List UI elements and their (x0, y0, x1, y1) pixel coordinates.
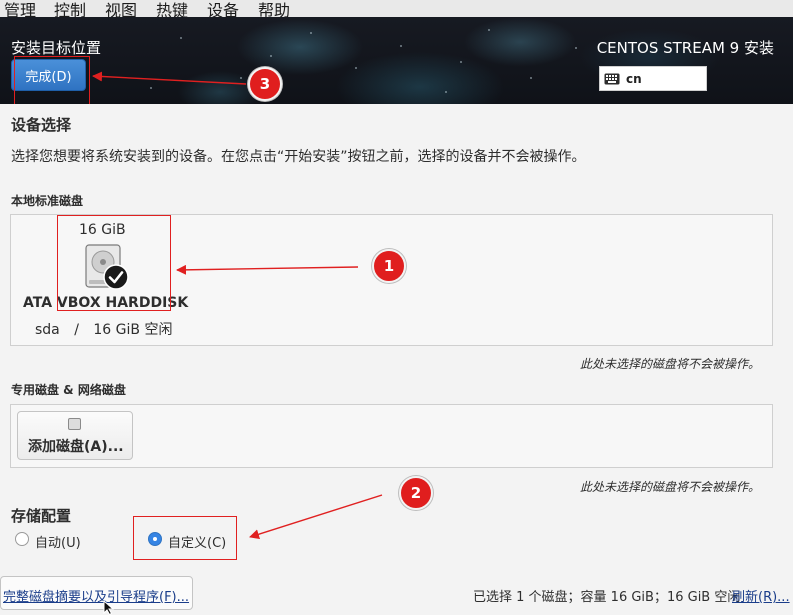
annotation-arrow-3 (92, 71, 247, 85)
annotation-badge-2: 2 (399, 476, 433, 510)
annotation-arrows (92, 71, 383, 540)
annotation-arrow-1 (176, 264, 359, 275)
annotation-arrow-2 (249, 494, 383, 540)
annotation-badge-1: 1 (372, 249, 406, 283)
annotation-badge-3: 3 (248, 67, 282, 101)
